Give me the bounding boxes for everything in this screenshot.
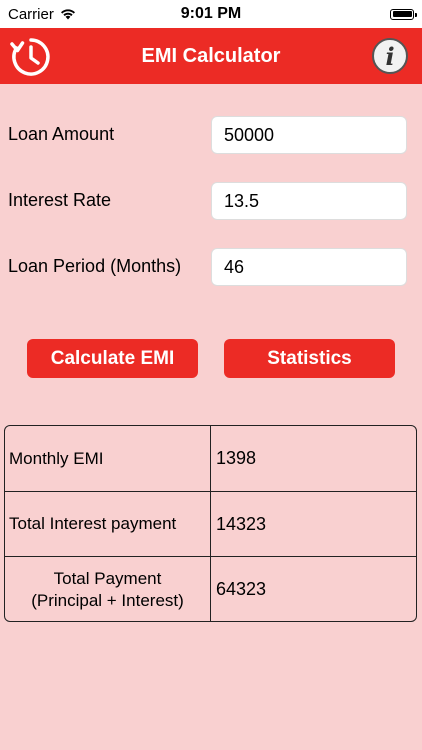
monthly-emi-value: 1398 [210,426,416,491]
loan-period-label: Loan Period (Months) [8,256,182,276]
calculate-emi-button[interactable]: Calculate EMI [27,339,198,378]
carrier-label: Carrier [8,5,54,23]
loan-amount-label: Loan Amount [8,124,115,144]
total-payment-value: 64323 [210,557,416,621]
table-row: Total Payment (Principal + Interest) 643… [5,556,416,621]
interest-rate-input[interactable] [211,182,407,220]
loan-period-input[interactable] [211,248,407,286]
total-payment-label-line2: (Principal + Interest) [31,590,184,610]
battery-icon [390,8,417,20]
history-clock-icon[interactable] [10,36,52,78]
page-title: EMI Calculator [141,44,281,67]
table-row: Monthly EMI 1398 [5,426,416,491]
results-table: Monthly EMI 1398 Total Interest payment … [4,425,417,622]
wifi-icon [60,9,75,20]
total-interest-label: Total Interest payment [9,514,177,533]
total-interest-value: 14323 [210,492,416,556]
table-row: Total Interest payment 14323 [5,491,416,556]
loan-amount-input[interactable] [211,116,407,154]
navbar: EMI Calculator i [0,28,422,84]
total-payment-label: Total Payment (Principal + Interest) [5,557,210,621]
monthly-emi-label: Monthly EMI [9,448,104,468]
status-bar: Carrier 9:01 PM [0,0,422,28]
status-left: Carrier [8,6,76,23]
loan-period-row: Loan Period (Months) [0,248,422,288]
interest-rate-row: Interest Rate [0,182,422,222]
interest-rate-label: Interest Rate [8,190,112,210]
loan-amount-row: Loan Amount [0,116,422,156]
info-icon[interactable]: i [372,38,408,74]
total-payment-label-line1: Total Payment [53,568,162,588]
statistics-button[interactable]: Statistics [224,339,395,378]
